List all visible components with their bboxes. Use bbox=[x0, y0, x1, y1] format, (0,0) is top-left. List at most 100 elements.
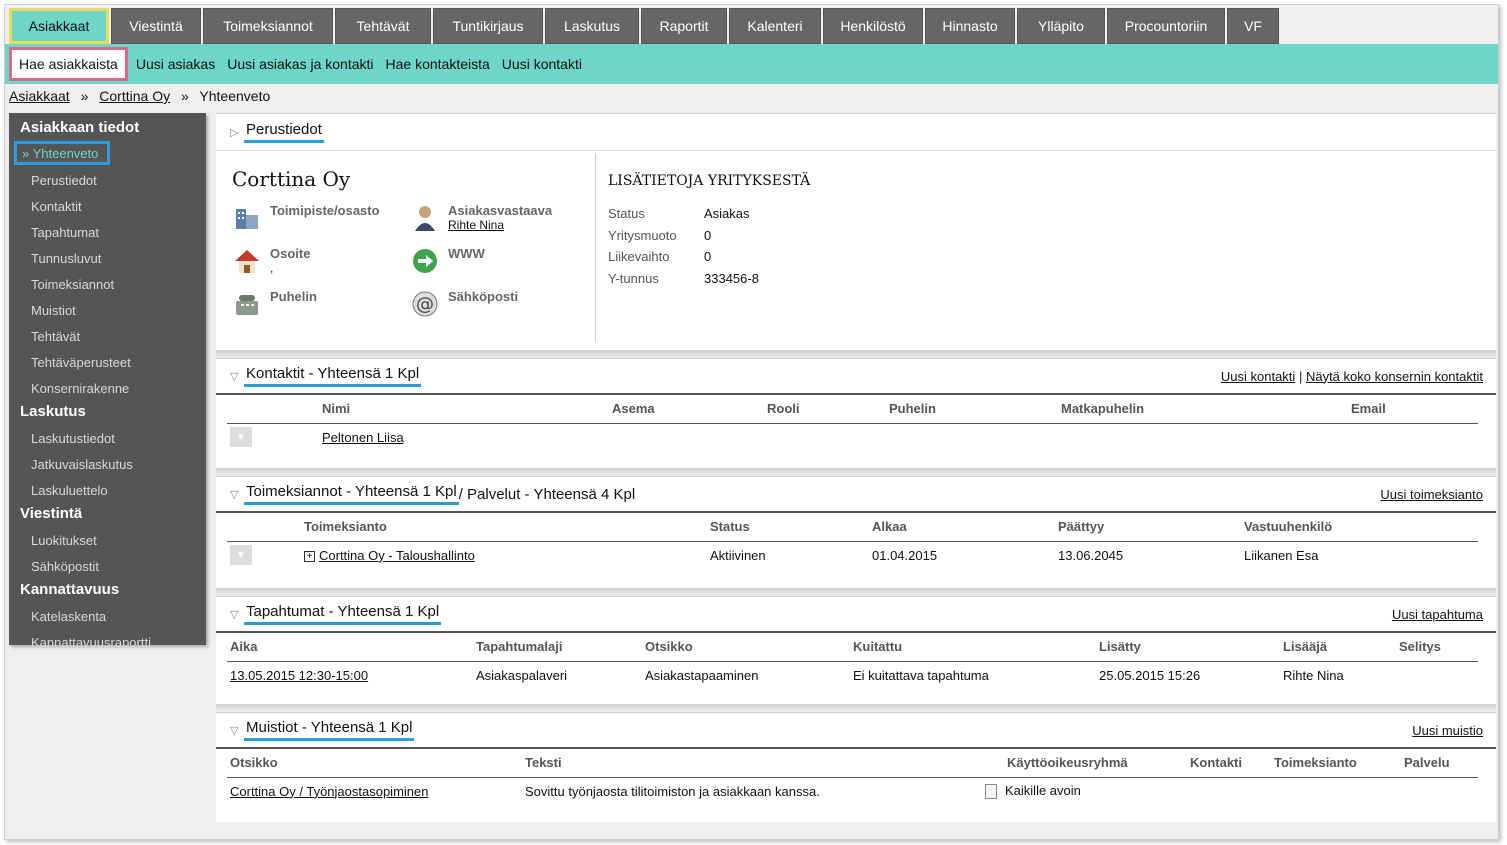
sidebar-item-tapahtumat[interactable]: Tapahtumat bbox=[9, 219, 206, 245]
assignment-start: 01.04.2015 bbox=[872, 547, 938, 563]
www-info: WWW bbox=[410, 246, 485, 276]
memo-title-link[interactable]: Corttina Oy / Työnjaostasopiminen bbox=[230, 784, 428, 799]
breadcrumb-company[interactable]: Corttina Oy bbox=[99, 88, 170, 104]
house-icon bbox=[235, 250, 259, 273]
extra-key: Yritysmuoto bbox=[608, 227, 677, 243]
contact-name-link[interactable]: Peltonen Liisa bbox=[322, 430, 404, 445]
manager-link[interactable]: Rihte Nina bbox=[448, 218, 504, 232]
divider bbox=[216, 704, 1496, 712]
sidebar-item-toimeksiannot[interactable]: Toimeksiannot bbox=[9, 271, 206, 297]
arrow-right-circle-icon bbox=[413, 249, 437, 273]
triangle-down-icon[interactable]: ▽ bbox=[230, 608, 244, 621]
plus-expand-icon[interactable]: + bbox=[304, 550, 315, 562]
tab-tehtavat[interactable]: Tehtävät bbox=[335, 8, 431, 44]
expand-row-icon[interactable]: ▼ bbox=[230, 545, 252, 566]
sidebar-item-muistiot[interactable]: Muistiot bbox=[9, 297, 206, 323]
phone-icon bbox=[236, 295, 258, 315]
sidebar-item-katelaskenta[interactable]: Katelaskenta bbox=[9, 603, 206, 629]
tab-raportit[interactable]: Raportit bbox=[641, 8, 727, 44]
tab-hinnasto[interactable]: Hinnasto bbox=[925, 8, 1015, 44]
triangle-down-icon[interactable]: ▽ bbox=[230, 370, 244, 383]
show-group-contacts-link[interactable]: Näytä koko konsernin kontaktit bbox=[1306, 369, 1483, 384]
memos-title[interactable]: Muistiot - Yhteensä 1 Kpl bbox=[244, 719, 415, 741]
assignments-title[interactable]: Toimeksiannot - Yhteensä 1 Kpl bbox=[244, 483, 459, 505]
events-panel: ▽ Tapahtumat - Yhteensä 1 Kpl Uusi tapah… bbox=[216, 596, 1496, 704]
subnav-uusi-asiakas-ja-kontakti[interactable]: Uusi asiakas ja kontakti bbox=[221, 56, 379, 72]
extra-info-title: LISÄTIETOJA YRITYKSESTÄ bbox=[608, 173, 811, 189]
tab-kalenteri[interactable]: Kalenteri bbox=[729, 8, 821, 44]
tab-toimeksiannot[interactable]: Toimeksiannot bbox=[203, 8, 333, 44]
event-added: 25.05.2015 15:26 bbox=[1099, 667, 1201, 683]
sidebar-item-kannattavuusraportti[interactable]: Kannattavuusraportti bbox=[9, 629, 206, 655]
tab-asiakkaat[interactable]: Asiakkaat bbox=[9, 8, 109, 44]
extra-value: 0 bbox=[704, 249, 712, 265]
sidebar-item-perustiedot[interactable]: Perustiedot bbox=[9, 167, 206, 193]
sidebar-item-jatkuvaislaskutus[interactable]: Jatkuvaislaskutus bbox=[9, 451, 206, 477]
col-otsikko: Otsikko bbox=[227, 749, 522, 778]
sub-nav: Hae asiakkaista Uusi asiakas Uusi asiaka… bbox=[5, 44, 1498, 84]
assignments-table: Toimeksianto Status Alkaa Päättyy Vastuu… bbox=[227, 513, 1478, 569]
col-email: Email bbox=[1348, 395, 1478, 424]
event-time-link[interactable]: 13.05.2015 12:30-15:00 bbox=[230, 668, 368, 683]
tab-vf[interactable]: VF bbox=[1227, 8, 1279, 44]
tab-tuntikirjaus[interactable]: Tuntikirjaus bbox=[433, 8, 543, 44]
sidebar-item-tunnusluvut[interactable]: Tunnusluvut bbox=[9, 245, 206, 271]
new-assignment-link[interactable]: Uusi toimeksianto bbox=[1380, 487, 1483, 502]
sidebar-item-yhteenveto[interactable]: » Yhteenveto bbox=[14, 141, 110, 165]
contacts-panel: ▽ Kontaktit - Yhteensä 1 Kpl Uusi kontak… bbox=[216, 358, 1496, 468]
at-sign-icon: @ bbox=[412, 291, 438, 317]
sidebar-item-tehtavaperusteet[interactable]: Tehtäväperusteet bbox=[9, 349, 206, 375]
app-window: Asiakkaat Viestintä Toimeksiannot Tehtäv… bbox=[4, 4, 1499, 840]
subnav-hae-asiakkaista[interactable]: Hae asiakkaista bbox=[9, 47, 128, 81]
triangle-down-icon[interactable]: ▽ bbox=[230, 488, 244, 501]
new-event-link[interactable]: Uusi tapahtuma bbox=[1392, 607, 1483, 622]
manager-label: Asiakasvastaava bbox=[448, 203, 553, 218]
office-label: Toimipiste/osasto bbox=[270, 203, 380, 218]
sidebar: Asiakkaan tiedot » Yhteenveto Perustiedo… bbox=[9, 113, 206, 650]
expand-row-icon[interactable]: ▼ bbox=[230, 427, 252, 448]
new-memo-link[interactable]: Uusi muistio bbox=[1412, 723, 1483, 738]
tab-henkilosto[interactable]: Henkilöstö bbox=[823, 8, 923, 44]
contacts-title[interactable]: Kontaktit - Yhteensä 1 Kpl bbox=[244, 365, 422, 387]
sidebar-item-sahkopostit[interactable]: Sähköpostit bbox=[9, 553, 206, 579]
col-palvelu: Palvelu bbox=[1401, 749, 1478, 778]
sidebar-item-laskutustiedot[interactable]: Laskutustiedot bbox=[9, 425, 206, 451]
tab-procountoriin[interactable]: Procountoriin bbox=[1107, 8, 1225, 44]
divider bbox=[216, 468, 1496, 476]
sidebar-item-kontaktit[interactable]: Kontaktit bbox=[9, 193, 206, 219]
sidebar-item-luokitukset[interactable]: Luokitukset bbox=[9, 527, 206, 553]
subnav-hae-kontakteista[interactable]: Hae kontakteista bbox=[380, 56, 496, 72]
sidebar-item-konsernirakenne[interactable]: Konsernirakenne bbox=[9, 375, 206, 401]
email-info: @ Sähköposti bbox=[410, 289, 518, 319]
triangle-down-icon[interactable]: ▽ bbox=[230, 724, 244, 737]
triangle-right-icon: ▷ bbox=[230, 126, 239, 139]
tab-viestinta[interactable]: Viestintä bbox=[111, 8, 201, 44]
col-lisatty: Lisätty bbox=[1096, 633, 1280, 662]
memo-access-group: Kaikille avoin bbox=[1005, 783, 1081, 799]
tab-yllapito[interactable]: Ylläpito bbox=[1017, 8, 1105, 44]
assignment-link[interactable]: Corttina Oy - Taloushallinto bbox=[319, 548, 475, 563]
email-label: Sähköposti bbox=[448, 289, 519, 304]
basic-info-header[interactable]: ▷ Perustiedot bbox=[216, 114, 1496, 150]
table-row: ▼ Peltonen Liisa bbox=[227, 423, 1478, 451]
sidebar-item-laskuluettelo[interactable]: Laskuluettelo bbox=[9, 477, 206, 503]
sidebar-item-tehtavat[interactable]: Tehtävät bbox=[9, 323, 206, 349]
subnav-uusi-asiakas[interactable]: Uusi asiakas bbox=[130, 56, 221, 72]
new-contact-link[interactable]: Uusi kontakti bbox=[1221, 369, 1295, 384]
col-vastuuhenkilo: Vastuuhenkilö bbox=[1241, 513, 1478, 542]
breadcrumb-current: Yhteenveto bbox=[199, 88, 271, 104]
breadcrumb-asiakkaat[interactable]: Asiakkaat bbox=[9, 88, 70, 104]
col-tapahtumalaji: Tapahtumalaji bbox=[473, 633, 642, 662]
col-paattyy: Päättyy bbox=[1055, 513, 1241, 542]
tab-laskutus[interactable]: Laskutus bbox=[545, 8, 639, 44]
sidebar-heading-kannattavuus: Kannattavuus bbox=[20, 581, 120, 598]
assignment-status: Aktiivinen bbox=[710, 547, 766, 563]
col-nimi: Nimi bbox=[319, 395, 609, 424]
assignment-owner: Liikanen Esa bbox=[1244, 547, 1319, 563]
subnav-uusi-kontakti[interactable]: Uusi kontakti bbox=[496, 56, 588, 72]
events-title[interactable]: Tapahtumat - Yhteensä 1 Kpl bbox=[244, 603, 442, 625]
extra-value: Asiakas bbox=[704, 206, 750, 222]
col-matkapuhelin: Matkapuhelin bbox=[1058, 395, 1348, 424]
col-otsikko: Otsikko bbox=[642, 633, 850, 662]
table-row: Corttina Oy / Työnjaostasopiminen Sovitt… bbox=[227, 777, 1478, 805]
